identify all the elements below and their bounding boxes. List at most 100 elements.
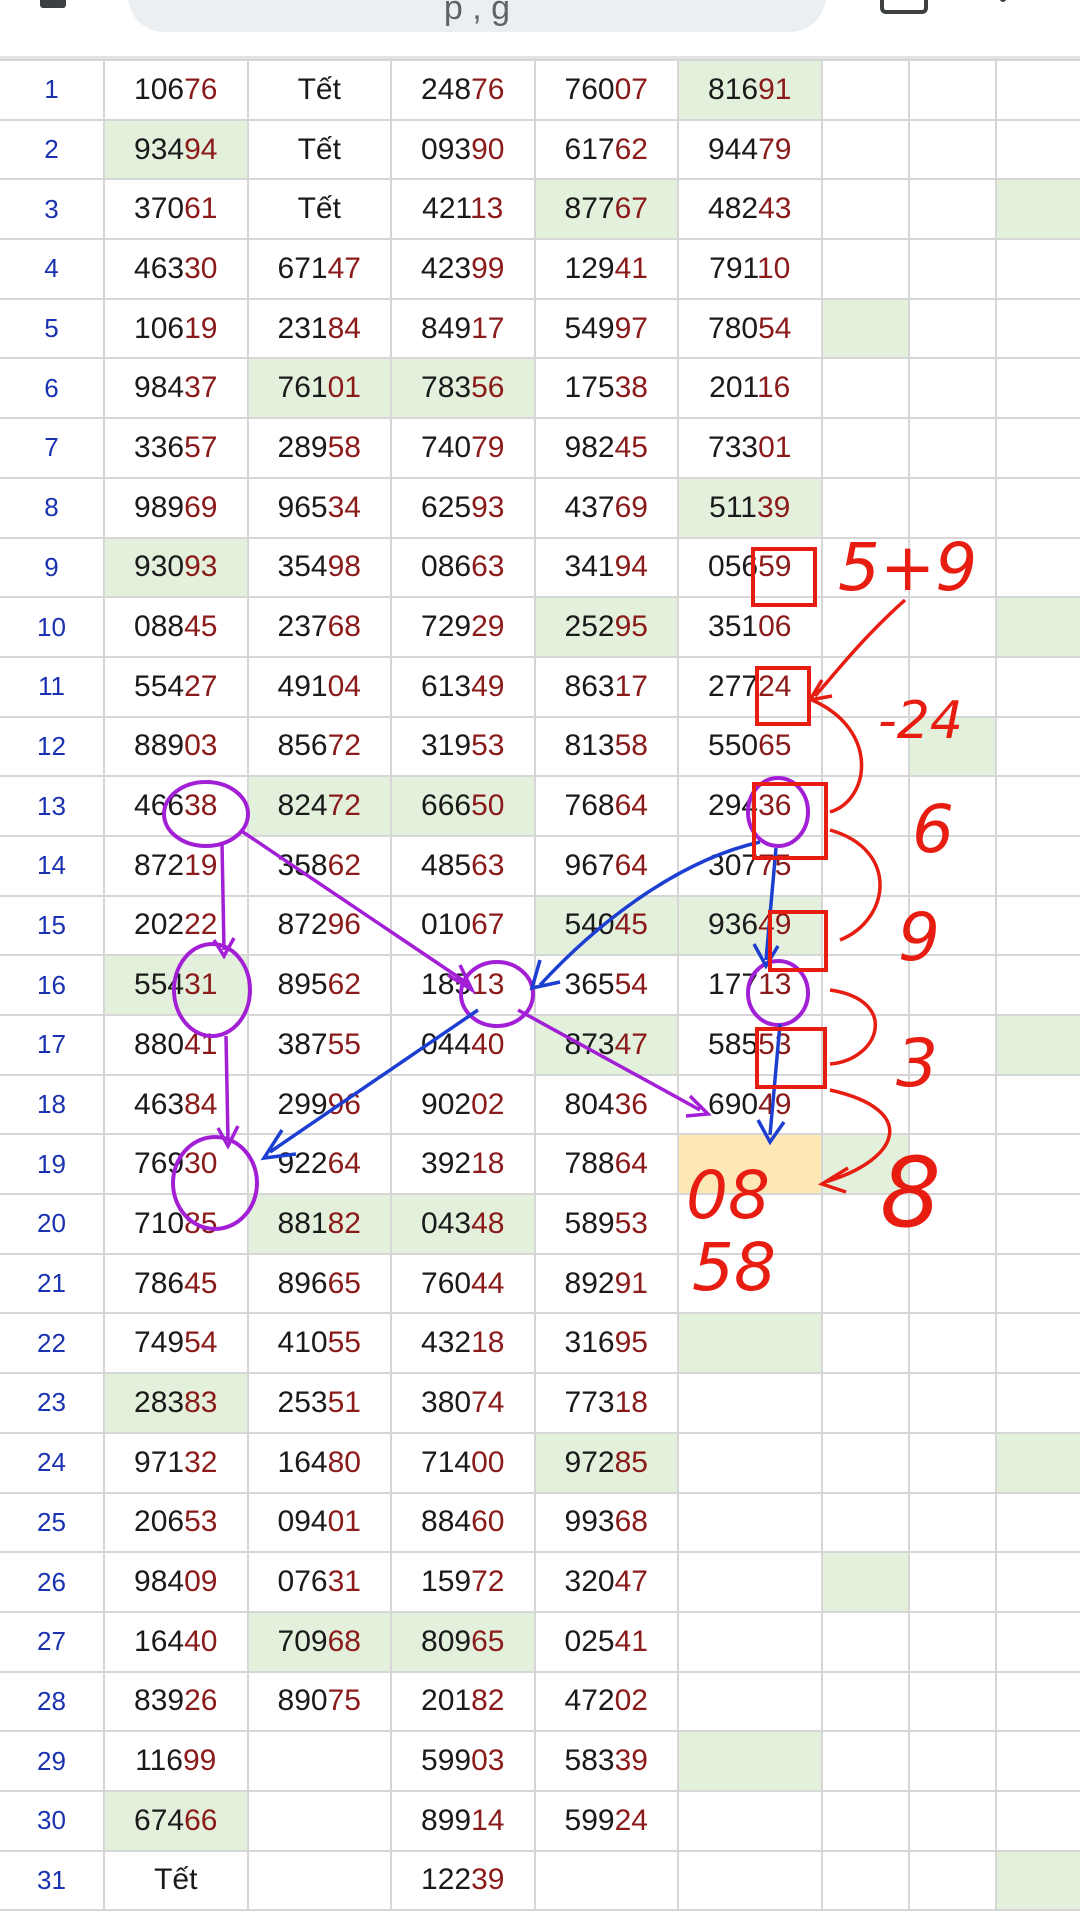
result-tail: 04 — [327, 669, 361, 703]
table-row: 19 76930 92264 39218 78864 — [0, 1133, 1080, 1196]
marker-cell — [994, 1312, 1080, 1375]
search-bar[interactable]: p , g — [128, 0, 826, 32]
result-cell: 34194 — [533, 536, 679, 599]
result-head: 993 — [564, 1505, 615, 1539]
marker-cell — [820, 417, 910, 479]
result-head: 965 — [277, 490, 328, 524]
tabs-icon[interactable] — [880, 0, 928, 14]
result-head: 824 — [277, 789, 328, 823]
result-head: 370 — [134, 192, 185, 226]
result-cell: 09390 — [390, 118, 536, 181]
result-cell: 89075 — [246, 1670, 392, 1733]
result-tail: 62 — [327, 848, 361, 882]
result-head: 710 — [134, 1206, 185, 1240]
result-cell: 97132 — [103, 1431, 249, 1494]
result-head: 944 — [708, 132, 759, 166]
marker-cell — [820, 655, 910, 718]
result-head: 043 — [421, 1206, 472, 1240]
marker-cell — [907, 357, 997, 420]
result-cell: 78054 — [677, 297, 823, 360]
result-tail: 91 — [614, 1266, 648, 1300]
marker-cell — [907, 954, 997, 1016]
result-head: Tết — [154, 1863, 198, 1897]
result-cell: 97285 — [533, 1431, 679, 1494]
marker-cell — [907, 1849, 997, 1912]
result-head: 106 — [134, 72, 185, 106]
table-row: 29 11699 59903 58339 — [0, 1730, 1080, 1792]
result-cell: 98409 — [103, 1551, 249, 1613]
result-cell: 01067 — [390, 894, 536, 957]
result-head: 299 — [277, 1087, 328, 1121]
row-index: 24 — [0, 1431, 105, 1494]
result-head: 549 — [564, 311, 615, 345]
result-tail: 22 — [184, 908, 218, 942]
row-index: 5 — [0, 297, 105, 360]
result-tail: 91 — [758, 72, 792, 106]
result-head: 856 — [277, 729, 328, 763]
result-tail: 69 — [614, 490, 648, 524]
row-index: 10 — [0, 596, 105, 658]
result-tail: 84 — [327, 311, 361, 345]
marker-cell — [994, 715, 1080, 778]
menu-icon[interactable] — [40, 0, 66, 8]
result-tail: 01 — [327, 1505, 361, 1539]
result-tail: 95 — [614, 1326, 648, 1360]
result-tail: 00 — [471, 1445, 505, 1479]
result-cell: 35106 — [677, 596, 823, 658]
result-cell: 25295 — [533, 596, 679, 658]
result-head: 809 — [421, 1624, 472, 1658]
table-row: 2 93494 Tết 09390 61762 94479 — [0, 118, 1080, 181]
table-row: 5 10619 23184 84917 54997 78054 — [0, 297, 1080, 360]
result-cell: 08663 — [390, 536, 536, 599]
result-tail: 18 — [471, 1326, 505, 1360]
result-tail: 94 — [184, 132, 218, 166]
result-head: 982 — [564, 430, 615, 464]
result-tail: 44 — [471, 1266, 505, 1300]
result-head: 729 — [421, 610, 472, 644]
result-head: 392 — [421, 1147, 472, 1181]
marker-cell — [820, 775, 910, 837]
marker-cell — [994, 1730, 1080, 1792]
result-tail: 80 — [327, 1445, 361, 1479]
result-head: 967 — [564, 848, 615, 882]
table-row: 10 08845 23768 72929 25295 35106 — [0, 596, 1080, 658]
marker-cell — [907, 297, 997, 360]
result-cell: 72929 — [390, 596, 536, 658]
marker-cell — [820, 1073, 910, 1136]
result-tail: 63 — [471, 550, 505, 584]
result-head: 463 — [134, 1087, 185, 1121]
marker-cell — [907, 1431, 997, 1494]
result-cell — [677, 1193, 823, 1255]
marker-cell — [907, 655, 997, 718]
result-tail: 99 — [182, 1744, 217, 1778]
marker-cell — [907, 1193, 997, 1255]
marker-cell — [907, 59, 997, 121]
result-cell: 77318 — [533, 1372, 679, 1434]
result-head: 491 — [277, 669, 328, 703]
result-tail: 64 — [614, 789, 648, 823]
marker-cell — [907, 536, 997, 599]
result-head: 872 — [277, 908, 328, 942]
result-tail: 07 — [614, 72, 648, 106]
result-head: 816 — [708, 72, 759, 106]
result-head: 625 — [421, 490, 472, 524]
result-tail: 01 — [327, 371, 361, 405]
result-head: 485 — [421, 848, 472, 882]
result-tail: 49 — [758, 1087, 792, 1121]
result-tail: 61 — [184, 192, 218, 226]
result-cell: Tết — [246, 59, 392, 121]
result-head: 666 — [421, 789, 472, 823]
result-cell: 78864 — [533, 1133, 679, 1196]
marker-cell — [907, 1133, 997, 1196]
result-cell: 39218 — [390, 1133, 536, 1196]
result-tail: 27 — [184, 669, 218, 703]
result-tail: 54 — [184, 1326, 218, 1360]
more-options-icon[interactable] — [1000, 0, 1006, 2]
result-cell — [533, 1849, 679, 1912]
result-head: 106 — [134, 311, 185, 345]
result-tail: 24 — [614, 1803, 648, 1837]
marker-cell — [820, 1849, 910, 1912]
result-head: 540 — [564, 908, 615, 942]
result-tail: 93 — [471, 490, 505, 524]
result-cell: 93093 — [103, 536, 249, 599]
